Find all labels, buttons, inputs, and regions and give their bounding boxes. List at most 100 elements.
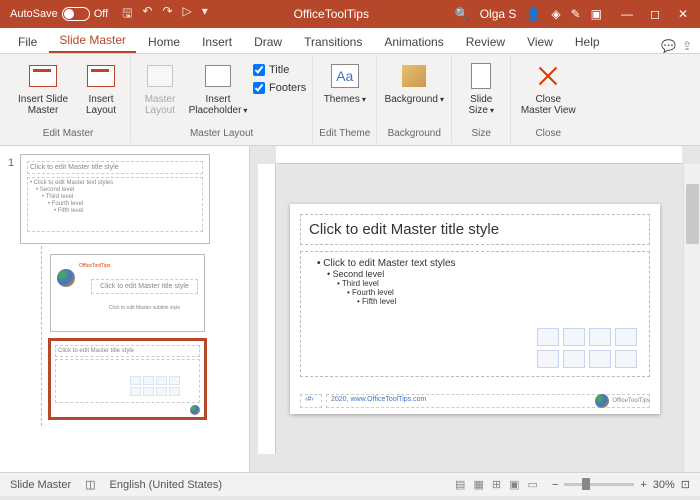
tab-home[interactable]: Home	[138, 31, 190, 53]
insert-placeholder-button[interactable]: Insert Placeholder▾	[187, 58, 249, 118]
slide-master-icon	[29, 65, 57, 87]
tab-help[interactable]: Help	[565, 31, 610, 53]
wand-icon[interactable]: ✎	[571, 7, 581, 21]
vertical-scrollbar[interactable]	[683, 164, 700, 472]
slide-number-placeholder[interactable]: ‹#›	[300, 394, 322, 408]
background-button[interactable]: Background▾	[383, 58, 445, 107]
icon-icon[interactable]	[615, 350, 637, 368]
tab-insert[interactable]: Insert	[192, 31, 242, 53]
diamond-icon[interactable]: ◈	[551, 7, 560, 21]
normal-view-icon[interactable]: ▦	[473, 478, 483, 491]
smartart-icon[interactable]	[589, 328, 611, 346]
start-slideshow-icon[interactable]: ▷	[183, 4, 192, 25]
undo-icon[interactable]: ↶	[142, 4, 152, 25]
table-icon[interactable]	[537, 328, 559, 346]
title-placeholder[interactable]: Click to edit Master title style	[300, 214, 650, 245]
thumb-body: • Click to edit Master text styles • Sec…	[27, 177, 203, 232]
tab-transitions[interactable]: Transitions	[294, 31, 372, 53]
toggle-off-icon	[62, 7, 90, 21]
slideshow-view-icon[interactable]: ▭	[527, 478, 537, 491]
ribbon: Insert Slide Master Insert Layout Edit M…	[0, 54, 700, 146]
user-avatar-icon[interactable]: 👤	[526, 7, 541, 21]
tab-animations[interactable]: Animations	[374, 31, 453, 53]
horizontal-ruler[interactable]	[276, 146, 682, 164]
window-icon[interactable]: ▣	[591, 7, 602, 21]
tab-review[interactable]: Review	[456, 31, 515, 53]
window-title: OfficeToolTips	[208, 7, 455, 21]
themes-label: Themes	[324, 94, 360, 105]
zoom-level[interactable]: 30%	[653, 479, 675, 491]
footers-check-label: Footers	[269, 82, 306, 94]
insert-layout-label: Insert Layout	[80, 94, 122, 116]
vertical-ruler[interactable]	[258, 164, 276, 454]
comments-icon[interactable]: 💬	[661, 39, 676, 53]
sorter-view-icon[interactable]: ⊞	[492, 478, 501, 491]
tab-slide-master[interactable]: Slide Master	[49, 29, 136, 53]
layout-thumbnail-2[interactable]: Click to edit Master title style	[50, 340, 205, 418]
qat-dropdown-icon[interactable]: ▾	[202, 4, 208, 25]
view-mode-label[interactable]: Slide Master	[10, 479, 71, 491]
3d-icon[interactable]	[615, 328, 637, 346]
chevron-down-icon: ▾	[243, 106, 247, 115]
content-placeholder[interactable]: Click to edit Master text styles Second …	[300, 251, 650, 377]
layout-thumbnail-1[interactable]: OfficeToolTips Click to edit Master titl…	[50, 254, 205, 332]
autosave-toggle[interactable]: AutoSave Off	[4, 7, 114, 21]
reading-view-icon[interactable]: ▣	[509, 478, 519, 491]
chevron-down-icon: ▾	[490, 106, 494, 115]
accessibility-icon[interactable]: ◫	[85, 478, 95, 491]
slide-editor[interactable]: Click to edit Master title style Click t…	[250, 146, 700, 472]
maximize-button[interactable]: ◻	[642, 4, 668, 24]
bullet-l5: Fifth level	[309, 297, 641, 306]
master-layout-icon	[147, 65, 173, 87]
insert-layout-button[interactable]: Insert Layout	[78, 58, 124, 118]
close-master-view-button[interactable]: Close Master View	[517, 58, 579, 118]
tab-file[interactable]: File	[8, 31, 47, 53]
minimize-button[interactable]: —	[614, 4, 640, 24]
insert-slide-master-button[interactable]: Insert Slide Master	[12, 58, 74, 118]
language-label[interactable]: English (United States)	[110, 479, 223, 491]
insert-placeholder-label: Insert Placeholder	[189, 94, 242, 116]
scrollbar-thumb[interactable]	[686, 184, 699, 244]
master-layout-label: Master Layout	[139, 94, 181, 116]
user-name[interactable]: Olga S	[480, 7, 517, 21]
content-type-icons[interactable]	[537, 328, 637, 368]
thumbnail-panel[interactable]: 1 Click to edit Master title style • Cli…	[0, 146, 250, 472]
themes-button[interactable]: Aa Themes▾	[322, 58, 368, 107]
close-button[interactable]: ✕	[670, 4, 696, 24]
group-master-layout: Master Layout Insert Placeholder▾ Title …	[131, 56, 313, 143]
save-icon[interactable]: 🖫	[122, 4, 132, 25]
chevron-down-icon: ▾	[440, 95, 444, 104]
brand-text: OfficeToolTips	[612, 398, 650, 404]
bullet-l3: Third level	[309, 279, 641, 288]
title-check-label: Title	[269, 64, 289, 76]
share-icon[interactable]: ⇪	[682, 39, 692, 53]
master-thumbnail[interactable]: Click to edit Master title style • Click…	[20, 154, 210, 244]
redo-icon[interactable]: ↷	[162, 4, 172, 25]
tab-view[interactable]: View	[517, 31, 563, 53]
slide-canvas[interactable]: Click to edit Master title style Click t…	[290, 204, 660, 414]
brand-logo: OfficeToolTips	[595, 394, 650, 408]
group-close: Close Master View Close	[511, 56, 585, 143]
bullet-l2: Second level	[309, 269, 641, 279]
slide-size-button[interactable]: Slide Size▾	[458, 58, 504, 118]
footers-checkbox[interactable]: Footers	[253, 80, 306, 96]
notes-icon[interactable]: ▤	[455, 478, 465, 491]
search-icon[interactable]: 🔍	[455, 7, 470, 21]
zoom-out-button[interactable]: −	[552, 479, 558, 491]
tab-draw[interactable]: Draw	[244, 31, 292, 53]
video-icon[interactable]	[589, 350, 611, 368]
layout-icon	[87, 65, 115, 87]
chart-icon[interactable]	[563, 328, 585, 346]
online-picture-icon[interactable]	[563, 350, 585, 368]
content-icons	[130, 376, 180, 396]
zoom-in-button[interactable]: +	[640, 479, 646, 491]
insert-slide-master-label: Insert Slide Master	[14, 94, 72, 116]
picture-icon[interactable]	[537, 350, 559, 368]
logo-icon	[595, 394, 609, 408]
user-area: 🔍 Olga S 👤 ◈ ✎ ▣	[455, 7, 608, 21]
fit-to-window-icon[interactable]: ⊡	[681, 478, 690, 491]
title-checkbox[interactable]: Title	[253, 62, 306, 78]
zoom-slider[interactable]	[564, 483, 634, 486]
bullet-l4: Fourth level	[309, 288, 641, 297]
view-buttons: ▤ ▦ ⊞ ▣ ▭	[455, 478, 538, 491]
